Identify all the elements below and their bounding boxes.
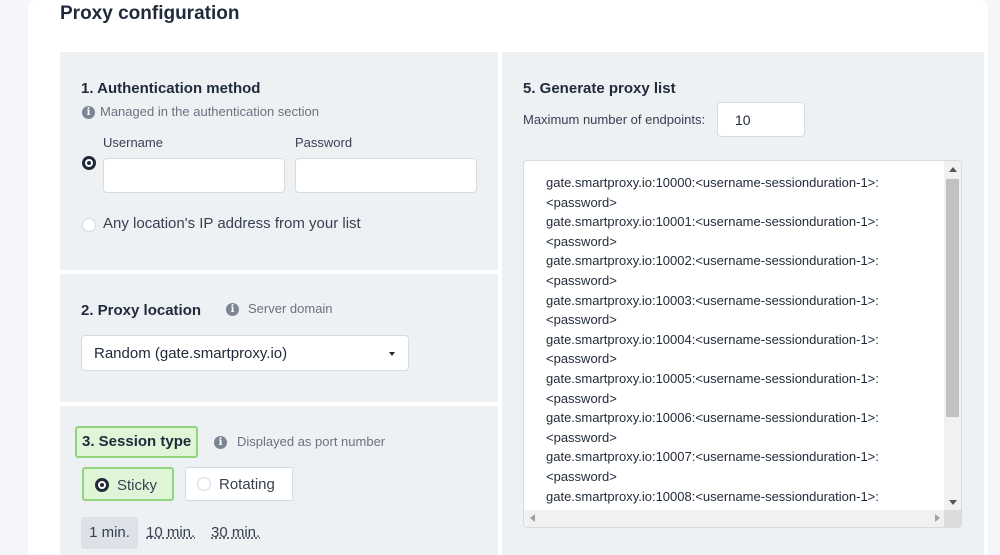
proxy-list-line: gate.smartproxy.io:10006:<username-sessi… <box>546 410 879 426</box>
sticky-option-button[interactable]: Sticky <box>82 467 174 501</box>
proxy-list-line: gate.smartproxy.io:10005:<username-sessi… <box>546 370 879 386</box>
proxy-location-select[interactable]: Random (gate.smartproxy.io) <box>81 335 409 371</box>
proxy-list-line: <password> <box>546 429 617 445</box>
page-title: Proxy configuration <box>60 3 240 24</box>
rotating-option-button[interactable]: Rotating <box>185 467 293 501</box>
ip-whitelist-label: Any location's IP address from your list <box>103 215 361 232</box>
chevron-down-icon <box>389 352 395 356</box>
generate-section-title: 5. Generate proxy list <box>523 80 676 97</box>
location-section-title: 2. Proxy location <box>81 302 202 319</box>
max-endpoints-label: Maximum number of endpoints: <box>523 112 706 127</box>
sticky-label: Sticky <box>117 477 158 494</box>
password-input[interactable] <box>295 158 477 193</box>
duration-10-min-button[interactable]: 10 min. <box>146 517 195 549</box>
proxy-list-line: gate.smartproxy.io:10000:<username-sessi… <box>546 175 879 190</box>
username-label: Username <box>103 135 163 150</box>
rotating-label: Rotating <box>219 476 275 493</box>
auth-hint: Managed in the authentication section <box>100 104 319 119</box>
proxy-list-line: <password> <box>546 351 617 367</box>
session-section-title: 3. Session type <box>75 426 198 458</box>
scroll-thumb[interactable] <box>946 179 959 417</box>
proxy-list-line: gate.smartproxy.io:10002:<username-sessi… <box>546 253 879 269</box>
proxy-list-line: gate.smartproxy.io:10007:<username-sessi… <box>546 449 879 465</box>
proxy-list-lines: gate.smartproxy.io:10000:<username-sessi… <box>546 173 936 526</box>
username-input[interactable] <box>103 158 285 193</box>
sticky-radio <box>95 478 109 492</box>
vertical-scrollbar[interactable] <box>944 161 961 511</box>
scroll-left-icon[interactable] <box>530 514 535 522</box>
horizontal-scrollbar[interactable] <box>524 510 946 527</box>
scroll-right-icon[interactable] <box>935 514 940 522</box>
info-icon: i <box>82 106 95 119</box>
auth-section-title: 1. Authentication method <box>81 80 261 97</box>
proxy-list-line: gate.smartproxy.io:10004:<username-sessi… <box>546 331 879 347</box>
proxy-list-line: gate.smartproxy.io:10003:<username-sessi… <box>546 292 879 308</box>
ip-whitelist-radio[interactable] <box>82 218 96 232</box>
duration-30-min-button[interactable]: 30 min. <box>211 517 260 549</box>
proxy-list-line: <password> <box>546 468 617 484</box>
scroll-up-icon[interactable] <box>949 167 957 172</box>
session-hint: Displayed as port number <box>237 434 386 449</box>
proxy-list-box[interactable]: gate.smartproxy.io:10000:<username-sessi… <box>523 160 962 528</box>
proxy-list-line: <password> <box>546 194 617 210</box>
rotating-radio <box>197 477 211 491</box>
info-icon: i <box>214 436 227 449</box>
max-endpoints-input[interactable] <box>717 102 805 137</box>
proxy-location-value: Random (gate.smartproxy.io) <box>94 345 288 362</box>
duration-1-min-button[interactable]: 1 min. <box>81 517 138 549</box>
scrollbar-corner <box>944 510 961 527</box>
info-icon: i <box>226 303 239 316</box>
userpass-radio[interactable] <box>82 156 96 170</box>
proxy-list-line: <password> <box>546 312 617 328</box>
proxy-list-line: gate.smartproxy.io:10001:<username-sessi… <box>546 214 879 230</box>
location-hint: Server domain <box>248 301 333 316</box>
proxy-list-line: <password> <box>546 233 617 249</box>
proxy-list-line: <password> <box>546 390 617 406</box>
proxy-list-line: <password> <box>546 272 617 288</box>
scroll-down-icon[interactable] <box>949 500 957 505</box>
password-label: Password <box>295 135 353 150</box>
proxy-list-line: gate.smartproxy.io:10008:<username-sessi… <box>546 488 879 504</box>
